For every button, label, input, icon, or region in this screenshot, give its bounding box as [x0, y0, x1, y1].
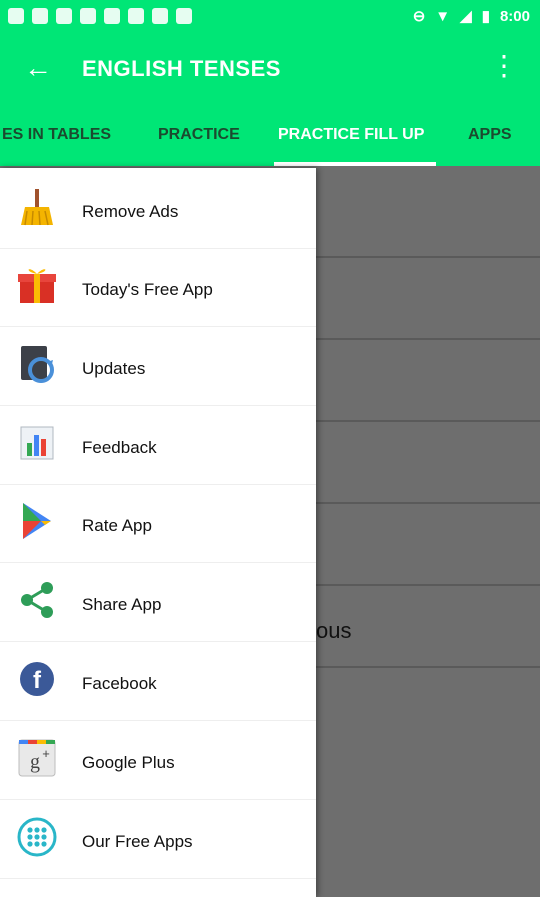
drawer-item-google-plus[interactable]: g + Google Plus	[0, 719, 316, 797]
drawer-item-rate-app[interactable]: Rate App	[0, 482, 316, 560]
tab-practice-fill-up[interactable]: PRACTICE FILL UP	[278, 126, 424, 144]
play-store-icon	[16, 500, 58, 542]
drawer-item-label: Feedback	[82, 438, 157, 457]
drawer-item-share-app[interactable]: Share App	[0, 561, 316, 639]
gift-icon	[16, 264, 58, 306]
svg-text:g: g	[30, 751, 40, 773]
drawer-divider	[0, 878, 316, 879]
status-bar: ⊖ ▼ ◢ ▮ 8:00	[0, 0, 540, 34]
clock: 8:00	[499, 7, 530, 25]
signal-icon: ◢	[460, 8, 472, 25]
drawer-item-our-free-apps[interactable]: Our Free Apps	[0, 798, 316, 876]
list-item-text: ous	[316, 618, 352, 643]
notification-icon	[128, 8, 144, 24]
drawer-item-label: Google Plus	[82, 753, 175, 772]
overflow-menu-icon[interactable]: ⋮	[490, 52, 518, 80]
drawer-item-label: Remove Ads	[82, 202, 179, 221]
drawer-item-label: Share App	[82, 595, 162, 614]
tab-bar: ES IN TABLES PRACTICE PRACTICE FILL UP A…	[0, 104, 540, 166]
drawer-item-label: Updates	[82, 359, 146, 378]
wifi-icon: ▼	[435, 7, 451, 25]
drawer-item-facebook[interactable]: f Facebook	[0, 640, 316, 718]
app-bar: ← ENGLISH TENSES ⋮	[0, 34, 540, 104]
back-arrow-icon[interactable]: ←	[24, 54, 52, 82]
system-status: ⊖ ▼ ◢ ▮ 8:00	[412, 7, 530, 26]
page-title: ENGLISH TENSES	[82, 56, 281, 81]
drawer-item-updates[interactable]: Updates	[0, 325, 316, 403]
tab-apps[interactable]: APPS	[468, 126, 512, 144]
list-divider	[316, 502, 540, 504]
notification-icon	[56, 8, 72, 24]
notification-icon	[152, 8, 168, 24]
battery-icon: ▮	[481, 8, 490, 25]
drawer-item-feedback[interactable]: Feedback	[0, 404, 316, 482]
svg-text:f: f	[33, 667, 42, 694]
notification-icon	[8, 8, 24, 24]
dnd-icon: ⊖	[412, 8, 426, 25]
list-divider	[316, 666, 540, 668]
tab-practice[interactable]: PRACTICE	[158, 126, 240, 144]
drawer-item-label: Rate App	[82, 516, 152, 535]
notification-icons	[8, 8, 192, 24]
notification-icon	[80, 8, 96, 24]
notification-icon	[176, 8, 192, 24]
notification-icon	[104, 8, 120, 24]
share-icon	[16, 579, 58, 621]
drawer-item-todays-free-app[interactable]: Today's Free App	[0, 246, 316, 324]
list-divider	[316, 256, 540, 258]
navigation-drawer: Remove Ads Today's Free App Updates Feed…	[0, 168, 316, 897]
drawer-item-label: Facebook	[82, 674, 157, 693]
list-divider	[316, 338, 540, 340]
svg-text:+: +	[42, 746, 50, 761]
notification-icon	[32, 8, 48, 24]
facebook-icon: f	[16, 658, 58, 700]
list-divider	[316, 420, 540, 422]
drawer-item-label: Our Free Apps	[82, 832, 193, 851]
list-divider	[316, 584, 540, 586]
feedback-chart-icon	[16, 422, 58, 464]
tab-tenses-in-tables[interactable]: ES IN TABLES	[2, 126, 111, 144]
broom-icon	[16, 186, 58, 228]
drawer-item-label: Today's Free App	[82, 280, 213, 299]
drawer-item-remove-ads[interactable]: Remove Ads	[0, 168, 316, 246]
google-plus-icon: g +	[16, 737, 58, 779]
update-icon	[16, 343, 58, 385]
apps-grid-icon	[16, 816, 58, 858]
